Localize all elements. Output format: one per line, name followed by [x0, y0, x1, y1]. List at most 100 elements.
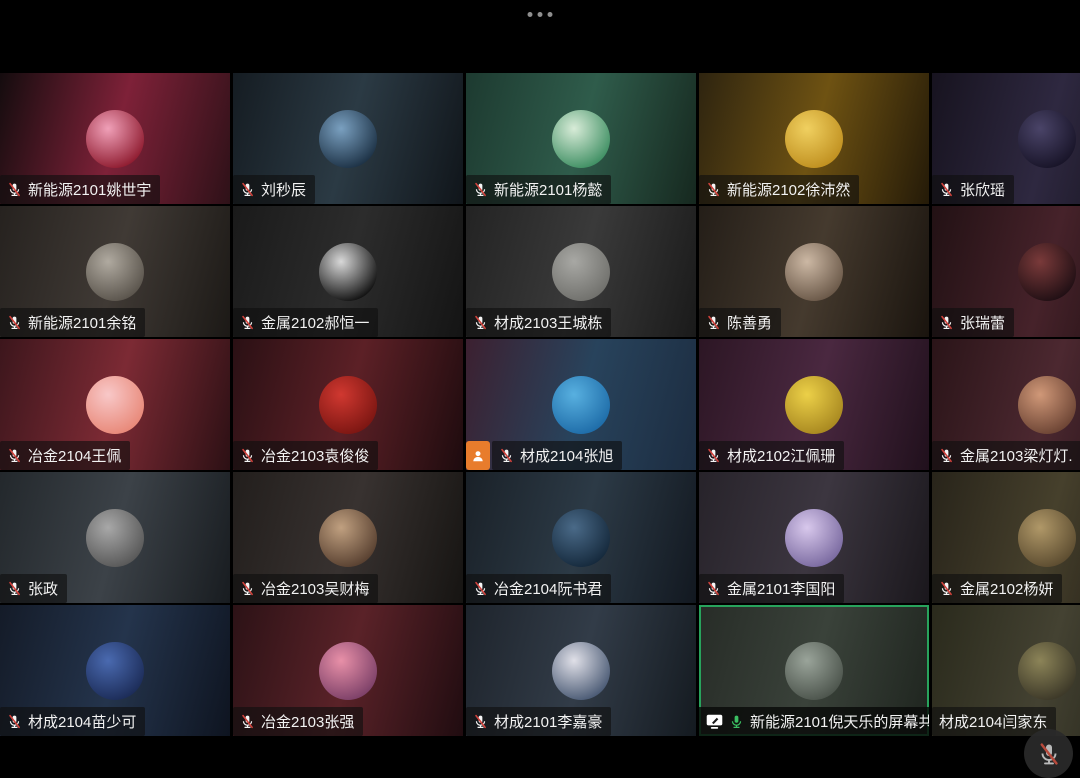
mic-muted-icon	[7, 315, 22, 330]
mic-muted-icon	[939, 182, 954, 197]
avatar	[785, 642, 843, 700]
participant-name: 张政	[28, 578, 58, 599]
participant-tile[interactable]: 新能源2101余铭	[0, 206, 230, 337]
mic-muted-icon	[939, 448, 954, 463]
mic-muted-icon	[706, 315, 721, 330]
participant-name: 冶金2103张强	[261, 711, 354, 732]
participant-label-row: 金属2103梁灯灯.	[932, 441, 1080, 470]
participant-tile[interactable]: 张欣瑶	[932, 73, 1080, 204]
avatar	[785, 110, 843, 168]
avatar	[552, 642, 610, 700]
participant-tile[interactable]: 材成2101李嘉豪	[466, 605, 696, 736]
participant-label: 冶金2103袁俊俊	[233, 441, 378, 470]
participant-label: 新能源2101余铭	[0, 308, 145, 337]
participant-tile[interactable]: 材成2103王城栋	[466, 206, 696, 337]
participant-label: 材成2101李嘉豪	[466, 707, 611, 736]
avatar	[552, 376, 610, 434]
participant-tile[interactable]: 材成2102江佩珊	[699, 339, 929, 470]
mic-muted-icon	[240, 581, 255, 596]
participant-tile[interactable]: 刘秒辰	[233, 73, 463, 204]
participant-label: 张政	[0, 574, 67, 603]
participant-tile[interactable]: 新能源2102徐沛然	[699, 73, 929, 204]
mic-muted-icon	[473, 182, 488, 197]
avatar	[785, 243, 843, 301]
participant-label: 新能源2101姚世宇	[0, 175, 160, 204]
participant-label-row: 材成2101李嘉豪	[466, 707, 611, 736]
avatar	[552, 509, 610, 567]
participant-tile[interactable]: 张政	[0, 472, 230, 603]
participant-tile[interactable]: 新能源2101倪天乐的屏幕共享	[699, 605, 929, 736]
participant-tile[interactable]: 新能源2101杨懿	[466, 73, 696, 204]
mic-muted-icon	[7, 182, 22, 197]
dot	[548, 12, 553, 17]
participant-label: 材成2103王城栋	[466, 308, 611, 337]
avatar	[319, 376, 377, 434]
avatar	[86, 243, 144, 301]
participant-label: 材成2102江佩珊	[699, 441, 844, 470]
participant-label-row: 材成2103王城栋	[466, 308, 611, 337]
avatar	[319, 110, 377, 168]
participant-name: 金属2102杨妍	[960, 578, 1053, 599]
participant-label-row: 新能源2102徐沛然	[699, 175, 859, 204]
participant-label-row: 材成2104张旭	[466, 441, 622, 470]
mic-muted-icon	[706, 182, 721, 197]
participant-tile[interactable]: 张瑞蕾	[932, 206, 1080, 337]
participant-tile[interactable]: 冶金2103袁俊俊	[233, 339, 463, 470]
mic-muted-icon	[473, 714, 488, 729]
more-dots-icon[interactable]	[524, 8, 557, 21]
participant-tile[interactable]: 陈善勇	[699, 206, 929, 337]
participant-tile[interactable]: 材成2104苗少可	[0, 605, 230, 736]
participant-label: 材成2104苗少可	[0, 707, 145, 736]
dot	[528, 12, 533, 17]
participant-tile[interactable]: 金属2103梁灯灯.	[932, 339, 1080, 470]
participant-tile[interactable]: 金属2101李国阳	[699, 472, 929, 603]
participant-label-row: 材成2102江佩珊	[699, 441, 844, 470]
participant-label-row: 刘秒辰	[233, 175, 315, 204]
participant-label-row: 金属2102杨妍	[932, 574, 1062, 603]
avatar	[785, 376, 843, 434]
participant-tile[interactable]: 新能源2101姚世宇	[0, 73, 230, 204]
participant-grid: 新能源2101姚世宇 刘秒辰	[0, 73, 1080, 736]
participant-label-row: 新能源2101姚世宇	[0, 175, 160, 204]
mic-muted-icon	[939, 581, 954, 596]
gallery-stage: 新能源2101姚世宇 刘秒辰	[0, 73, 1080, 737]
participant-label: 冶金2104阮书君	[466, 574, 611, 603]
participant-tile[interactable]: 金属2102杨妍	[932, 472, 1080, 603]
participant-tile[interactable]: 金属2102郝恒一	[233, 206, 463, 337]
participant-name: 冶金2103袁俊俊	[261, 445, 369, 466]
participant-label-row: 金属2102郝恒一	[233, 308, 378, 337]
participant-label: 陈善勇	[699, 308, 781, 337]
mic-muted-icon	[499, 448, 514, 463]
participant-name: 新能源2101余铭	[28, 312, 136, 333]
participant-label: 冶金2103张强	[233, 707, 363, 736]
avatar	[86, 642, 144, 700]
participant-label-row: 材成2104苗少可	[0, 707, 145, 736]
participant-name: 陈善勇	[727, 312, 772, 333]
participant-label: 冶金2104王佩	[0, 441, 130, 470]
participant-name: 新能源2101姚世宇	[28, 179, 151, 200]
participant-name: 金属2103梁灯灯.	[960, 445, 1073, 466]
mic-muted-icon	[1037, 742, 1061, 766]
participant-tile[interactable]: 冶金2103张强	[233, 605, 463, 736]
participant-tile[interactable]: 材成2104闫家东	[932, 605, 1080, 736]
participant-label: 新能源2101倪天乐的屏幕共享	[699, 707, 929, 736]
participant-label: 金属2101李国阳	[699, 574, 844, 603]
mic-muted-icon	[240, 714, 255, 729]
avatar	[1018, 642, 1076, 700]
avatar	[319, 243, 377, 301]
participant-tile[interactable]: 冶金2104阮书君	[466, 472, 696, 603]
participant-label: 新能源2101杨懿	[466, 175, 611, 204]
mic-muted-icon	[7, 448, 22, 463]
participant-label-row: 冶金2104阮书君	[466, 574, 611, 603]
participant-name: 刘秒辰	[261, 179, 306, 200]
participant-label-row: 新能源2101倪天乐的屏幕共享	[699, 707, 929, 736]
participant-tile[interactable]: 冶金2103吴财梅	[233, 472, 463, 603]
participant-name: 新能源2102徐沛然	[727, 179, 850, 200]
participant-tile[interactable]: 冶金2104王佩	[0, 339, 230, 470]
mic-muted-floating-button[interactable]	[1024, 729, 1073, 778]
dot	[538, 12, 543, 17]
avatar	[1018, 509, 1076, 567]
mic-muted-icon	[473, 581, 488, 596]
person-icon	[471, 449, 485, 463]
participant-tile[interactable]: 材成2104张旭	[466, 339, 696, 470]
